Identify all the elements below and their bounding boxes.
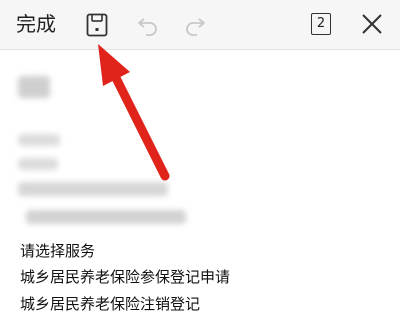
redacted-block [18, 134, 60, 146]
redacted-block [18, 158, 58, 170]
service-option-enrollment[interactable]: 城乡居民养老保险参保登记申请 [20, 266, 230, 288]
close-icon[interactable] [360, 12, 384, 36]
redacted-block [18, 76, 50, 98]
redacted-block [26, 210, 186, 224]
redo-icon[interactable] [183, 13, 207, 37]
service-option-cancellation[interactable]: 城乡居民养老保险注销登记 [20, 293, 200, 315]
service-prompt: 请选择服务 [20, 242, 96, 260]
undo-icon[interactable] [136, 13, 160, 37]
save-icon[interactable] [86, 13, 108, 37]
redacted-block [18, 182, 168, 196]
page-count-badge[interactable]: 2 [311, 13, 331, 35]
done-button[interactable]: 完成 [16, 9, 56, 39]
editor-toolbar: 完成 2 [0, 0, 400, 50]
